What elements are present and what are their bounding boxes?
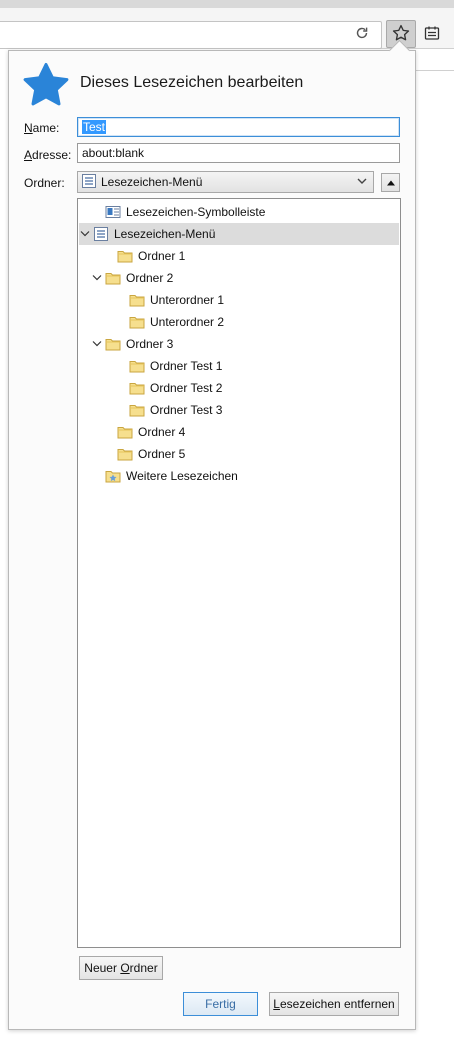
toolbar-edge bbox=[416, 48, 454, 71]
chevron-down-icon bbox=[356, 175, 368, 190]
tree-item[interactable]: Weitere Lesezeichen bbox=[79, 465, 399, 487]
tree-item-label: Ordner 4 bbox=[138, 425, 186, 439]
folder-icon bbox=[117, 446, 133, 462]
collapse-tree-button[interactable] bbox=[381, 173, 400, 192]
remove-bookmark-label: Lesezeichen entfernen bbox=[273, 997, 395, 1011]
address-value: about:blank bbox=[82, 146, 145, 160]
tree-item[interactable]: Unterordner 2 bbox=[79, 311, 399, 333]
new-folder-button[interactable]: Neuer Ordner bbox=[79, 956, 163, 980]
tree-item[interactable]: Lesezeichen-Symbolleiste bbox=[79, 201, 399, 223]
folder-icon bbox=[105, 336, 121, 352]
url-bar[interactable] bbox=[0, 21, 382, 49]
chevron-up-icon bbox=[386, 176, 396, 190]
navigation-toolbar bbox=[0, 8, 454, 49]
chevron-down-icon[interactable] bbox=[91, 274, 103, 282]
tree-item[interactable]: Ordner 2 bbox=[79, 267, 399, 289]
tree-item[interactable]: Ordner Test 1 bbox=[79, 355, 399, 377]
name-value: Test bbox=[82, 120, 107, 134]
bookmarks-menu-icon bbox=[82, 173, 96, 191]
done-button[interactable]: Fertig bbox=[183, 992, 258, 1016]
tree-item-label: Ordner 1 bbox=[138, 249, 186, 263]
chevron-down-icon[interactable] bbox=[91, 340, 103, 348]
tree-item-label: Ordner Test 2 bbox=[150, 381, 223, 395]
tree-item-label: Unterordner 1 bbox=[150, 293, 225, 307]
folder-dropdown-value: Lesezeichen-Menü bbox=[101, 175, 203, 189]
remove-bookmark-button[interactable]: Lesezeichen entfernen bbox=[269, 992, 399, 1016]
panel-title: Dieses Lesezeichen bearbeiten bbox=[80, 74, 304, 91]
tree-item-label: Weitere Lesezeichen bbox=[126, 469, 238, 483]
tree-item-label: Ordner 2 bbox=[126, 271, 174, 285]
folder-icon bbox=[117, 424, 133, 440]
tree-item-label: Ordner Test 3 bbox=[150, 403, 223, 417]
tree-item[interactable]: Ordner 3 bbox=[79, 333, 399, 355]
tree-item[interactable]: Ordner 1 bbox=[79, 245, 399, 267]
tree-item-label: Unterordner 2 bbox=[150, 315, 225, 329]
address-field[interactable]: about:blank bbox=[77, 143, 400, 163]
folder-label: Ordner: bbox=[24, 176, 65, 190]
other-bookmarks-icon bbox=[105, 468, 121, 484]
folder-dropdown[interactable]: Lesezeichen-Menü bbox=[77, 171, 374, 193]
tree-item[interactable]: Ordner Test 2 bbox=[79, 377, 399, 399]
folder-icon bbox=[129, 314, 145, 330]
folder-icon bbox=[105, 270, 121, 286]
tree-item[interactable]: Ordner 4 bbox=[79, 421, 399, 443]
tree-item[interactable]: Ordner Test 3 bbox=[79, 399, 399, 421]
folder-icon bbox=[129, 380, 145, 396]
tree-item-label: Lesezeichen-Symbolleiste bbox=[126, 205, 266, 219]
tree-item[interactable]: Lesezeichen-Menü bbox=[79, 223, 399, 245]
name-label: Name: bbox=[24, 121, 59, 135]
bookmarks-menu-icon bbox=[93, 226, 109, 242]
address-label-text: Adresse: bbox=[24, 148, 72, 162]
folder-icon bbox=[117, 248, 133, 264]
tree-item-label: Ordner Test 1 bbox=[150, 359, 223, 373]
new-folder-label: Neuer Ordner bbox=[84, 961, 158, 975]
name-label-text: Name: bbox=[24, 121, 60, 135]
folder-icon bbox=[129, 358, 145, 374]
window-top-strip bbox=[0, 0, 454, 8]
tree-item-label: Lesezeichen-Menü bbox=[114, 227, 216, 241]
tree-item-label: Ordner 5 bbox=[138, 447, 186, 461]
folder-tree[interactable]: Lesezeichen-Symbolleiste Lesezeichen-Menü… bbox=[77, 198, 401, 948]
folder-icon bbox=[129, 402, 145, 418]
reload-icon[interactable] bbox=[352, 23, 372, 43]
bookmarks-toolbar-icon bbox=[105, 204, 121, 220]
tree-item[interactable]: Ordner 5 bbox=[79, 443, 399, 465]
tree-item-label: Ordner 3 bbox=[126, 337, 174, 351]
bookmark-star-icon bbox=[22, 62, 70, 111]
bookmarks-library-button[interactable] bbox=[418, 20, 446, 48]
address-label: Adresse: bbox=[24, 148, 71, 162]
chevron-down-icon[interactable] bbox=[79, 230, 91, 238]
tree-item[interactable]: Unterordner 1 bbox=[79, 289, 399, 311]
bookmarks-library-icon bbox=[424, 25, 440, 44]
folder-icon bbox=[129, 292, 145, 308]
name-field[interactable]: Test bbox=[77, 117, 400, 137]
